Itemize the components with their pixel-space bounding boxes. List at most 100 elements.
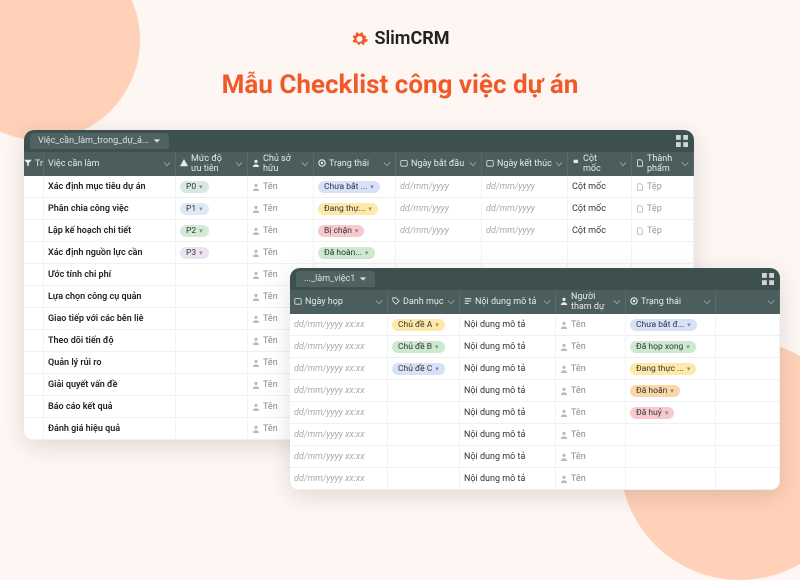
cell[interactable]: Lựa chọn công cụ quản	[44, 286, 176, 307]
column-header[interactable]: Tr	[24, 152, 44, 176]
cell[interactable]: Tệp	[632, 220, 694, 241]
table-row[interactable]: dd/mm/yyyy xx:xxNội dung mô tả Tên	[290, 424, 780, 446]
cell[interactable]	[716, 424, 780, 445]
cell[interactable]: dd/mm/yyyy xx:xx	[290, 446, 388, 467]
cell[interactable]: Giải quyết vấn đề	[44, 374, 176, 395]
column-header[interactable]: Nội dung mô tả	[460, 290, 556, 314]
cell[interactable]	[176, 330, 248, 351]
cell[interactable]: dd/mm/yyyy xx:xx	[290, 314, 388, 335]
cell[interactable]: Chủ đề C▾	[388, 358, 460, 379]
cell[interactable]	[716, 446, 780, 467]
column-header[interactable]: Người tham dự	[556, 290, 626, 314]
cell[interactable]: Đã huỷ▾	[626, 402, 716, 423]
cell[interactable]: dd/mm/yyyy	[482, 198, 568, 219]
cell[interactable]: Quản lý rủi ro	[44, 352, 176, 373]
column-header[interactable]	[716, 290, 780, 314]
cell[interactable]: P3▾	[176, 242, 248, 263]
cell[interactable]: Chưa bắt đ...▾	[626, 314, 716, 335]
cell[interactable]: Cột mốc	[568, 220, 632, 241]
cell[interactable]: Ước tính chi phí	[44, 264, 176, 285]
cell[interactable]: Tên	[556, 468, 626, 489]
cell[interactable]	[482, 242, 568, 263]
cell[interactable]	[176, 308, 248, 329]
cell[interactable]: Tên	[556, 424, 626, 445]
cell[interactable]: Bị chặn▾	[314, 220, 396, 241]
cell[interactable]: dd/mm/yyyy	[482, 220, 568, 241]
cell[interactable]	[388, 424, 460, 445]
grid-icon[interactable]	[762, 273, 774, 285]
cell[interactable]	[716, 314, 780, 335]
cell[interactable]: Đã hoãn▾	[626, 380, 716, 401]
column-header[interactable]: Ngày bắt đầu	[396, 152, 482, 176]
table-row[interactable]: dd/mm/yyyy xx:xx Nội dung mô tả Tên	[290, 468, 780, 490]
cell[interactable]	[176, 418, 248, 439]
cell[interactable]: Đang thực ...▾	[626, 358, 716, 379]
cell[interactable]	[626, 424, 716, 445]
cell[interactable]	[632, 242, 694, 263]
cell[interactable]: Tên	[248, 176, 314, 197]
cell[interactable]: Nội dung mô tả	[460, 358, 556, 379]
cell[interactable]: Nội dung mô tả	[460, 314, 556, 335]
cell[interactable]: Cột mốc	[568, 176, 632, 197]
grid-icon[interactable]	[676, 135, 688, 147]
cell[interactable]: Tên	[248, 220, 314, 241]
column-header[interactable]: Ngày kết thúc	[482, 152, 568, 176]
column-header[interactable]: Việc cần làm	[44, 152, 176, 176]
cell[interactable]: Nội dung mô tả	[460, 336, 556, 357]
cell[interactable]: Nội dung mô tả	[460, 468, 556, 489]
cell[interactable]: Nội dung mô tả	[460, 446, 556, 467]
column-header[interactable]: Chủ sở hữu	[248, 152, 314, 176]
cell[interactable]	[388, 380, 460, 401]
cell[interactable]: Nội dung mô tả	[460, 402, 556, 423]
table-row[interactable]: dd/mm/yyyy xx:xxChủ đề A▾Nội dung mô tả …	[290, 314, 780, 336]
cell[interactable]	[388, 402, 460, 423]
cell[interactable]	[176, 374, 248, 395]
cell[interactable]: Chưa bắt ...▾	[314, 176, 396, 197]
cell[interactable]: Xác định mục tiêu dự án	[44, 176, 176, 197]
cell[interactable]: dd/mm/yyyy xx:xx	[290, 402, 388, 423]
cell[interactable]: dd/mm/yyyy	[396, 176, 482, 197]
table-row[interactable]: dd/mm/yyyy xx:xxNội dung mô tả TênĐã huỷ…	[290, 402, 780, 424]
table-row[interactable]: Xác định nguồn lực cầnP3▾ TênĐã hoàn...▾	[24, 242, 694, 264]
cell[interactable]	[626, 446, 716, 467]
column-header[interactable]: Thành phẩm	[632, 152, 694, 176]
cell[interactable]	[388, 446, 460, 467]
cell[interactable]: Nội dung mô tả	[460, 424, 556, 445]
column-header[interactable]: Mức độ ưu tiên	[176, 152, 248, 176]
cell[interactable]	[176, 396, 248, 417]
cell[interactable]: P2▾	[176, 220, 248, 241]
column-header[interactable]: Trạng thái	[626, 290, 716, 314]
cell[interactable]	[176, 352, 248, 373]
tab-meeting[interactable]: ..._làm_việc1	[296, 271, 375, 287]
cell[interactable]: Tên	[556, 358, 626, 379]
cell[interactable]	[716, 402, 780, 423]
cell[interactable]	[626, 468, 716, 489]
cell[interactable]: dd/mm/yyyy	[396, 198, 482, 219]
cell[interactable]	[716, 468, 780, 489]
cell[interactable]: Tên	[556, 314, 626, 335]
cell[interactable]	[716, 358, 780, 379]
column-header[interactable]: Danh mục	[388, 290, 460, 314]
table-row[interactable]: dd/mm/yyyy xx:xx Nội dung mô tả Tên	[290, 446, 780, 468]
cell[interactable]: Đã hoàn...▾	[314, 242, 396, 263]
cell[interactable]: Chủ đề B▾	[388, 336, 460, 357]
cell[interactable]: Tên	[248, 242, 314, 263]
cell[interactable]: P1▾	[176, 198, 248, 219]
column-header[interactable]: Cột mốc	[568, 152, 632, 176]
cell[interactable]	[176, 286, 248, 307]
cell[interactable]: Phân chia công việc	[44, 198, 176, 219]
cell[interactable]	[396, 242, 482, 263]
cell[interactable]: Tên	[556, 380, 626, 401]
cell[interactable]: Nội dung mô tả	[460, 380, 556, 401]
cell[interactable]: Tên	[556, 446, 626, 467]
cell[interactable]	[716, 380, 780, 401]
cell[interactable]: Tên	[556, 336, 626, 357]
table-row[interactable]: dd/mm/yyyy xx:xxNội dung mô tả TênĐã hoã…	[290, 380, 780, 402]
cell[interactable]: Tên	[248, 198, 314, 219]
cell[interactable]: Theo dõi tiến độ	[44, 330, 176, 351]
table-row[interactable]: dd/mm/yyyy xx:xxChủ đề B▾Nội dung mô tả …	[290, 336, 780, 358]
cell[interactable]: Giao tiếp với các bên liê	[44, 308, 176, 329]
cell[interactable]: dd/mm/yyyy xx:xx	[290, 468, 388, 489]
cell[interactable]: Tệp	[632, 176, 694, 197]
cell[interactable]	[388, 468, 460, 489]
